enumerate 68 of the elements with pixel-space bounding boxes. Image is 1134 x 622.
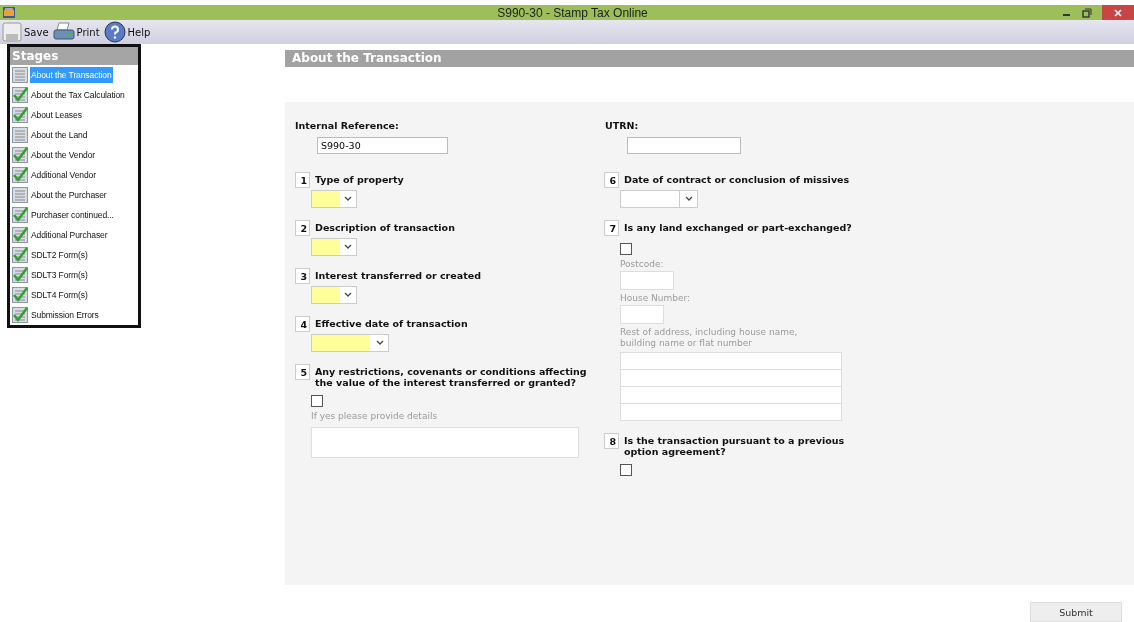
close-button[interactable]: [1102, 5, 1134, 20]
question-label: Any restrictions, covenants or conditions affecting the value of the interest transferred or granted?: [315, 365, 588, 388]
question-label: Date of contract or conclusion of missives: [624, 173, 850, 185]
field-label: Internal Reference:: [295, 120, 400, 131]
checkbox[interactable]: [620, 243, 632, 255]
stage-item[interactable]: Purchaser continued...: [30, 207, 115, 223]
chevron-icon: [685, 196, 693, 202]
checkbox[interactable]: [311, 395, 323, 407]
question-number: 5: [295, 364, 310, 380]
stage-item[interactable]: Additional Vendor: [30, 167, 97, 183]
question-number: 6: [604, 172, 619, 188]
close-icon: [1114, 8, 1122, 17]
stage-item[interactable]: Additional Purchaser: [30, 227, 109, 243]
stages-title: Stages: [10, 47, 138, 65]
stage-item[interactable]: About the Land: [30, 127, 89, 143]
address-line-field[interactable]: [621, 387, 841, 404]
question-label: Description of transaction: [315, 221, 455, 233]
utrn-field[interactable]: [627, 137, 741, 154]
address-line-field[interactable]: [621, 353, 841, 370]
question-number: 8: [604, 433, 619, 449]
app-icon: [3, 7, 15, 18]
question-label: Interest transferred or created: [315, 269, 481, 281]
stage-item[interactable]: About Leases: [30, 107, 83, 123]
question-number: 7: [604, 220, 619, 236]
postcode-label: Postcode:: [620, 259, 665, 269]
date-picker[interactable]: [620, 190, 698, 208]
reference-field[interactable]: S990-30: [317, 137, 448, 154]
checkbox[interactable]: [620, 464, 632, 476]
question-number: 2: [295, 220, 310, 236]
details-label: If yes please provide details: [311, 411, 439, 421]
section-title: About the Transaction: [285, 50, 1134, 67]
printer-icon: [52, 22, 75, 42]
stage-item[interactable]: SDLT4 Form(s): [30, 287, 89, 303]
dropdown[interactable]: [311, 190, 357, 208]
details-field[interactable]: [311, 427, 579, 458]
address-line-field[interactable]: [621, 370, 841, 387]
stage-item[interactable]: About the Tax Calculation: [30, 87, 126, 103]
house-number-label: House Number:: [620, 293, 692, 303]
window-title: S990-30 - Stamp Tax Online: [496, 5, 649, 20]
toolbar-button[interactable]: Print: [50, 22, 102, 42]
stage-item[interactable]: About the Purchaser: [30, 187, 108, 203]
dropdown[interactable]: [311, 286, 357, 304]
stage-item[interactable]: SDLT3 Form(s): [30, 267, 89, 283]
question-label: Is any land exchanged or part-exchanged?: [624, 221, 852, 233]
toolbar-button[interactable]: Help: [101, 21, 153, 43]
postcode-field[interactable]: [620, 271, 674, 290]
stage-item[interactable]: SDLT2 Form(s): [30, 247, 89, 263]
stage-item[interactable]: About the Vendor: [30, 147, 97, 163]
chevron-icon: [344, 196, 352, 202]
chevron-icon: [344, 292, 352, 298]
stage-item[interactable]: Submission Errors: [30, 307, 100, 323]
question-number: 4: [295, 316, 310, 332]
question-label: Effective date of transaction: [315, 317, 468, 329]
question-number: 1: [295, 172, 310, 188]
question-number: 3: [295, 268, 310, 284]
chevron-icon: [344, 244, 352, 250]
restore-icon[interactable]: [1082, 7, 1092, 18]
dropdown[interactable]: [311, 238, 357, 256]
submit-button[interactable]: Submit: [1030, 602, 1122, 622]
question-label: Is the transaction pursuant to a previous option agreement?: [624, 434, 846, 457]
house-number-field[interactable]: [620, 305, 664, 324]
address-label: Rest of address, including house name, building name or flat number: [620, 327, 799, 349]
toolbar-button[interactable]: Save: [0, 22, 51, 42]
address-line-field[interactable]: [621, 404, 841, 420]
chevron-icon: [376, 340, 384, 346]
question-label: Type of property: [315, 173, 404, 185]
date-picker[interactable]: [311, 334, 389, 352]
field-label: UTRN:: [605, 120, 640, 131]
